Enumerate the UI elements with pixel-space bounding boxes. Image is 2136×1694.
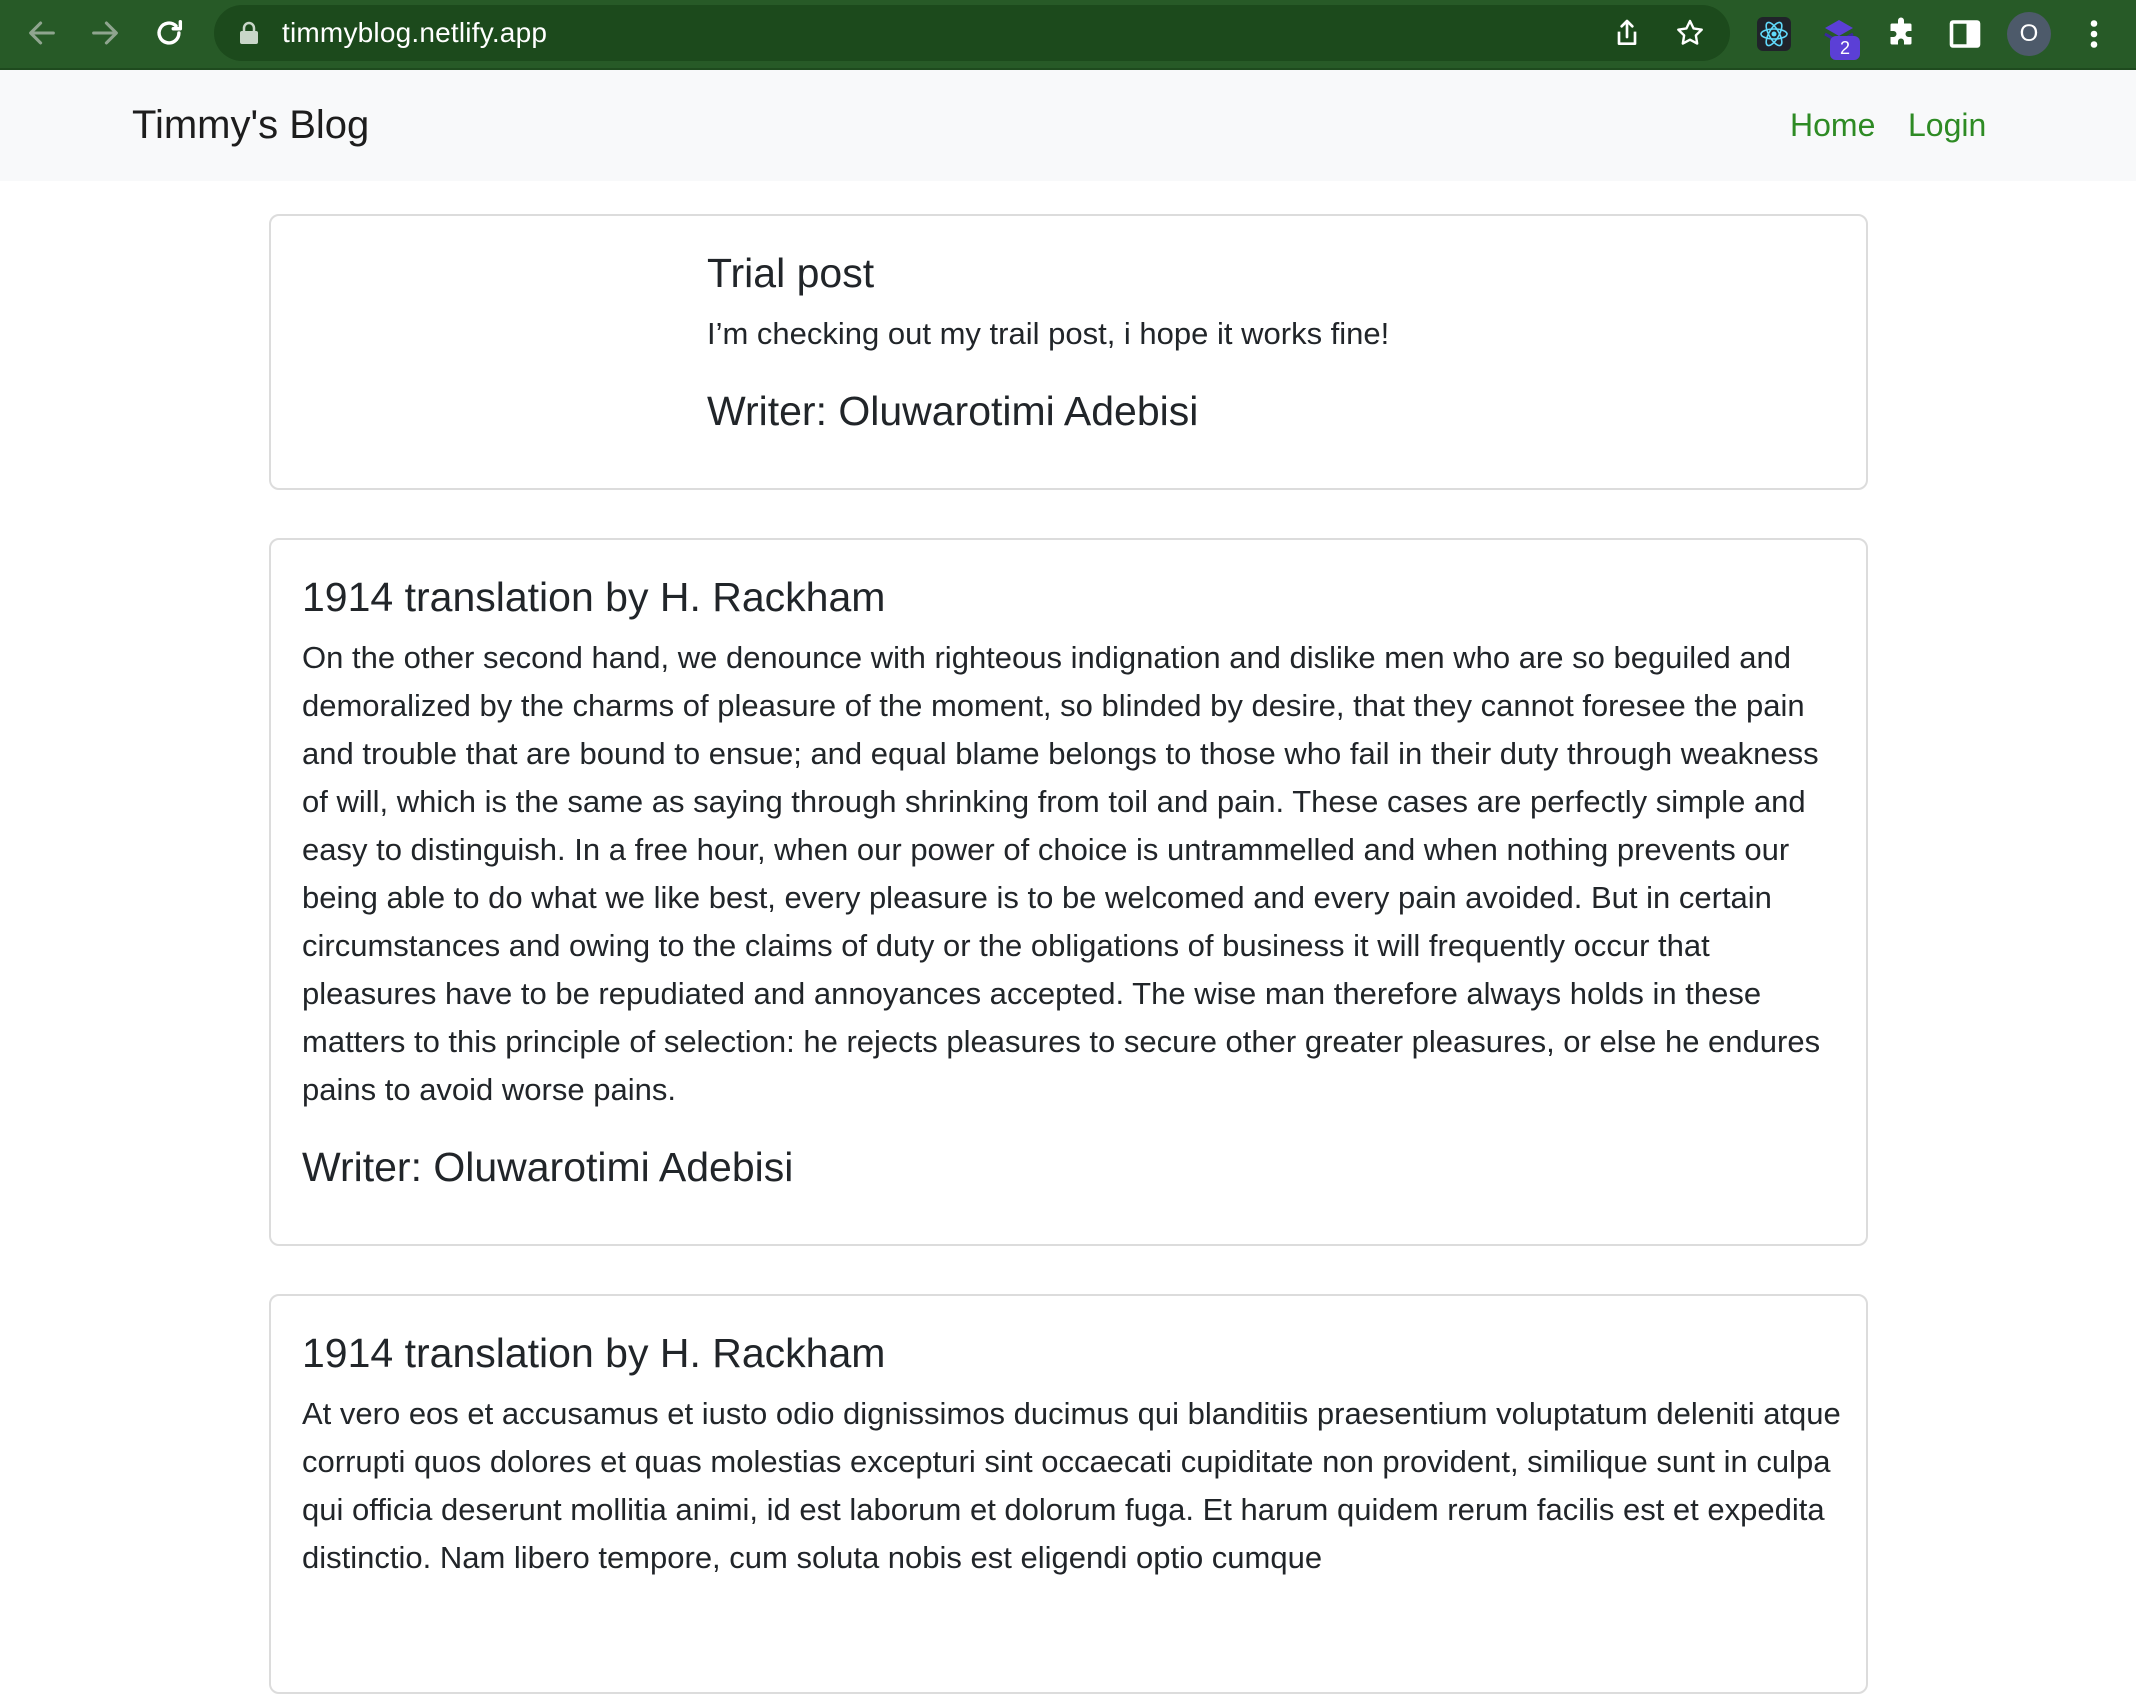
profile-avatar[interactable]: O (2007, 12, 2051, 56)
arrow-right-icon (92, 21, 118, 45)
post-author: Writer: Oluwarotimi Adebisi (302, 1144, 794, 1190)
arrow-left-icon (29, 21, 55, 45)
extension-badge: 2 (1830, 36, 1860, 60)
side-panel-icon (1949, 20, 1981, 48)
site-navbar: Timmy's Blog Home Login (0, 70, 2136, 181)
post-card: Trial post I’m checking out my trail pos… (269, 214, 1868, 490)
profile-wrapper (1005, 10, 1053, 58)
forward-button[interactable] (80, 8, 130, 58)
post-title: Trial post (707, 250, 875, 296)
react-icon (1757, 17, 1791, 51)
bookmark-button[interactable] (1672, 15, 1708, 51)
share-icon (1617, 19, 1637, 45)
back-button[interactable] (17, 8, 67, 58)
share-button[interactable] (1609, 15, 1645, 51)
extensions-button[interactable] (1877, 10, 1925, 58)
puzzle-icon (1890, 17, 1912, 45)
post-content: At vero eos et accusamus et iusto odio d… (302, 1396, 1841, 1575)
site-brand[interactable]: Timmy's Blog (132, 70, 369, 181)
lock-icon (240, 21, 258, 44)
post-body-wrapper: Trial post I’m checking out my trail pos… (707, 248, 1847, 436)
browser-menu-button[interactable] (2070, 10, 2118, 58)
react-devtools-extension[interactable] (1750, 10, 1798, 58)
post-card: 1914 translation by H. Rackham On the ot… (269, 538, 1868, 1246)
more-vertical-icon (2090, 20, 2098, 48)
star-icon (1677, 19, 1703, 45)
post-title: 1914 translation by H. Rackham (302, 1330, 886, 1376)
reload-icon (157, 19, 183, 45)
post-title: 1914 translation by H. Rackham (302, 574, 886, 620)
post-body-wrapper: 1914 translation by H. Rackham At vero e… (302, 1328, 1842, 1582)
post-card: 1914 translation by H. Rackham At vero e… (269, 1294, 1868, 1694)
post-author: Writer: Oluwarotimi Adebisi (707, 388, 1199, 434)
nav-link-home[interactable]: Home (1790, 70, 1875, 181)
reload-button[interactable] (144, 8, 194, 58)
post-content: I’m checking out my trail post, i hope i… (707, 316, 1390, 351)
nav-link-login[interactable]: Login (1908, 70, 1986, 181)
url-text: timmyblog.netlify.app (282, 17, 548, 48)
side-panel-button[interactable] (1941, 10, 1989, 58)
post-content: On the other second hand, we denounce wi… (302, 640, 1821, 1107)
browser-toolbar: timmyblog.netlify.app 2 O (0, 0, 2136, 70)
address-bar[interactable]: timmyblog.netlify.app (214, 5, 1730, 61)
post-body-wrapper: 1914 translation by H. Rackham On the ot… (302, 572, 1842, 1192)
